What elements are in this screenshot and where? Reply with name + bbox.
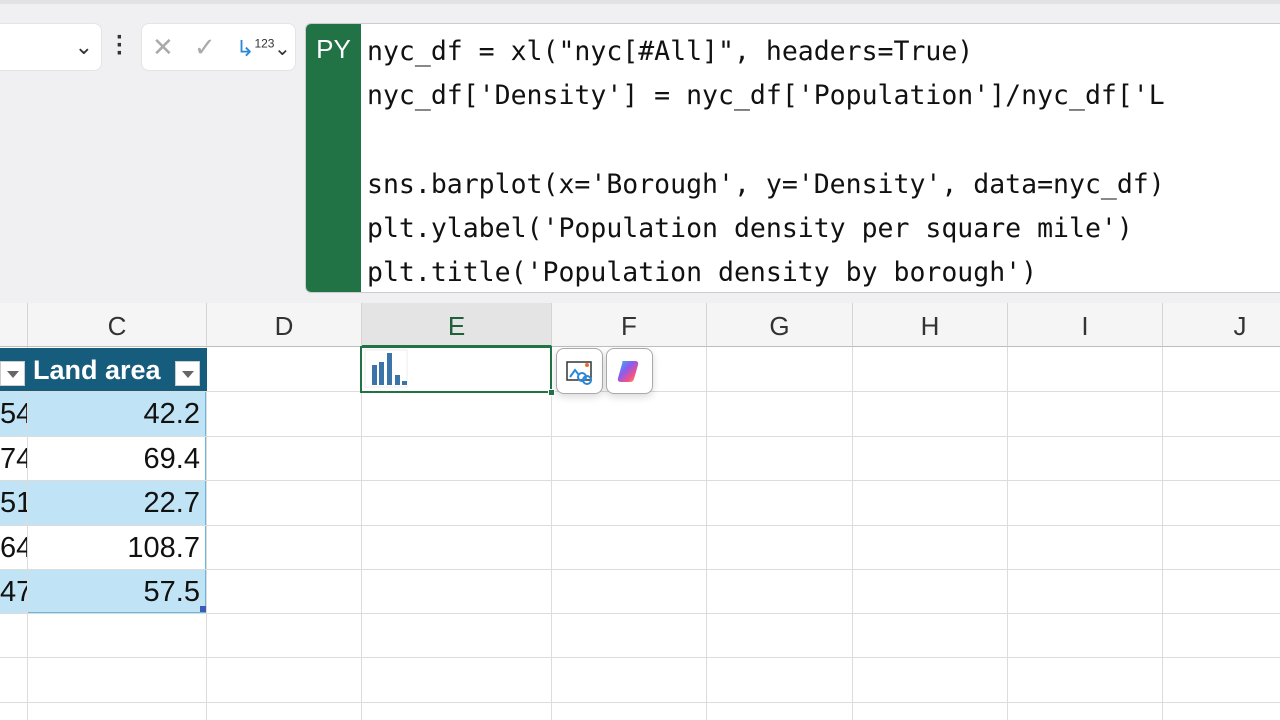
column-header-i[interactable]: I [1008, 303, 1163, 347]
filter-dropdown-icon[interactable] [175, 361, 200, 386]
picture-link-button[interactable] [556, 348, 603, 394]
python-code[interactable]: nyc_df = xl("nyc[#All]", headers=True) ny… [367, 30, 1165, 292]
copilot-icon [617, 361, 639, 382]
table-cell[interactable]: 42.2 [28, 392, 206, 436]
chevron-down-icon[interactable]: ⌄ [274, 36, 291, 61]
table-cell[interactable]: 47 [0, 570, 27, 613]
table-resize-handle[interactable] [200, 606, 206, 612]
formula-input[interactable]: PY nyc_df = xl("nyc[#All]", headers=True… [305, 23, 1280, 293]
column-header-b[interactable] [0, 303, 28, 347]
code-line: plt.title('Population density by borough… [367, 257, 1038, 289]
table-header-land-area: Land area [27, 348, 207, 391]
picture-link-icon [566, 361, 592, 385]
table-cell[interactable]: 51 [0, 481, 27, 525]
formula-buttons: ✕ ✓ ↳123 ⌄ [141, 23, 296, 71]
table-header-partial [0, 348, 27, 391]
cancel-icon[interactable]: ✕ [152, 32, 174, 63]
column-header-g[interactable]: G [707, 303, 853, 347]
table-cell[interactable]: 22.7 [28, 481, 206, 525]
fill-handle[interactable] [548, 389, 555, 396]
filter-dropdown-icon[interactable] [0, 361, 25, 386]
table-cell[interactable]: 57.5 [28, 570, 206, 613]
selected-cell-e[interactable] [360, 346, 555, 396]
table-cell[interactable]: 108.7 [28, 526, 206, 569]
column-header-d[interactable]: D [207, 303, 362, 347]
column-header-j[interactable]: J [1163, 303, 1280, 347]
copilot-button[interactable] [606, 348, 653, 394]
code-line: sns.barplot(x='Borough', y='Density', da… [367, 168, 1165, 200]
table-cell[interactable]: 64 [0, 526, 27, 569]
check-icon[interactable]: ✓ [194, 32, 216, 63]
code-line: nyc_df['Density'] = nyc_df['Population']… [367, 80, 1165, 112]
code-line: nyc_df = xl("nyc[#All]", headers=True) [367, 36, 974, 67]
table-cell[interactable]: 74 [0, 437, 27, 480]
column-header-f[interactable]: F [552, 303, 707, 347]
bar-chart-thumbnail[interactable] [364, 349, 420, 389]
table-cell[interactable]: 69.4 [28, 437, 206, 480]
code-line: plt.ylabel('Population density per squar… [367, 213, 1133, 245]
column-header-e[interactable]: E [362, 303, 552, 347]
formula-area: ⌄ · · · ✕ ✓ ↳123 ⌄ PY nyc_df = xl("nyc[#Al… [0, 0, 1280, 303]
more-options-icon[interactable]: · · · [116, 26, 124, 66]
table-cell[interactable]: 54 [0, 392, 27, 436]
column-header-h[interactable]: H [853, 303, 1008, 347]
column-header-c[interactable]: C [28, 303, 207, 347]
python-badge: PY [306, 24, 361, 292]
name-box[interactable]: ⌄ [0, 23, 102, 71]
python-output-icon[interactable]: ↳123 [236, 36, 274, 62]
chevron-down-icon[interactable]: ⌄ [75, 34, 93, 60]
